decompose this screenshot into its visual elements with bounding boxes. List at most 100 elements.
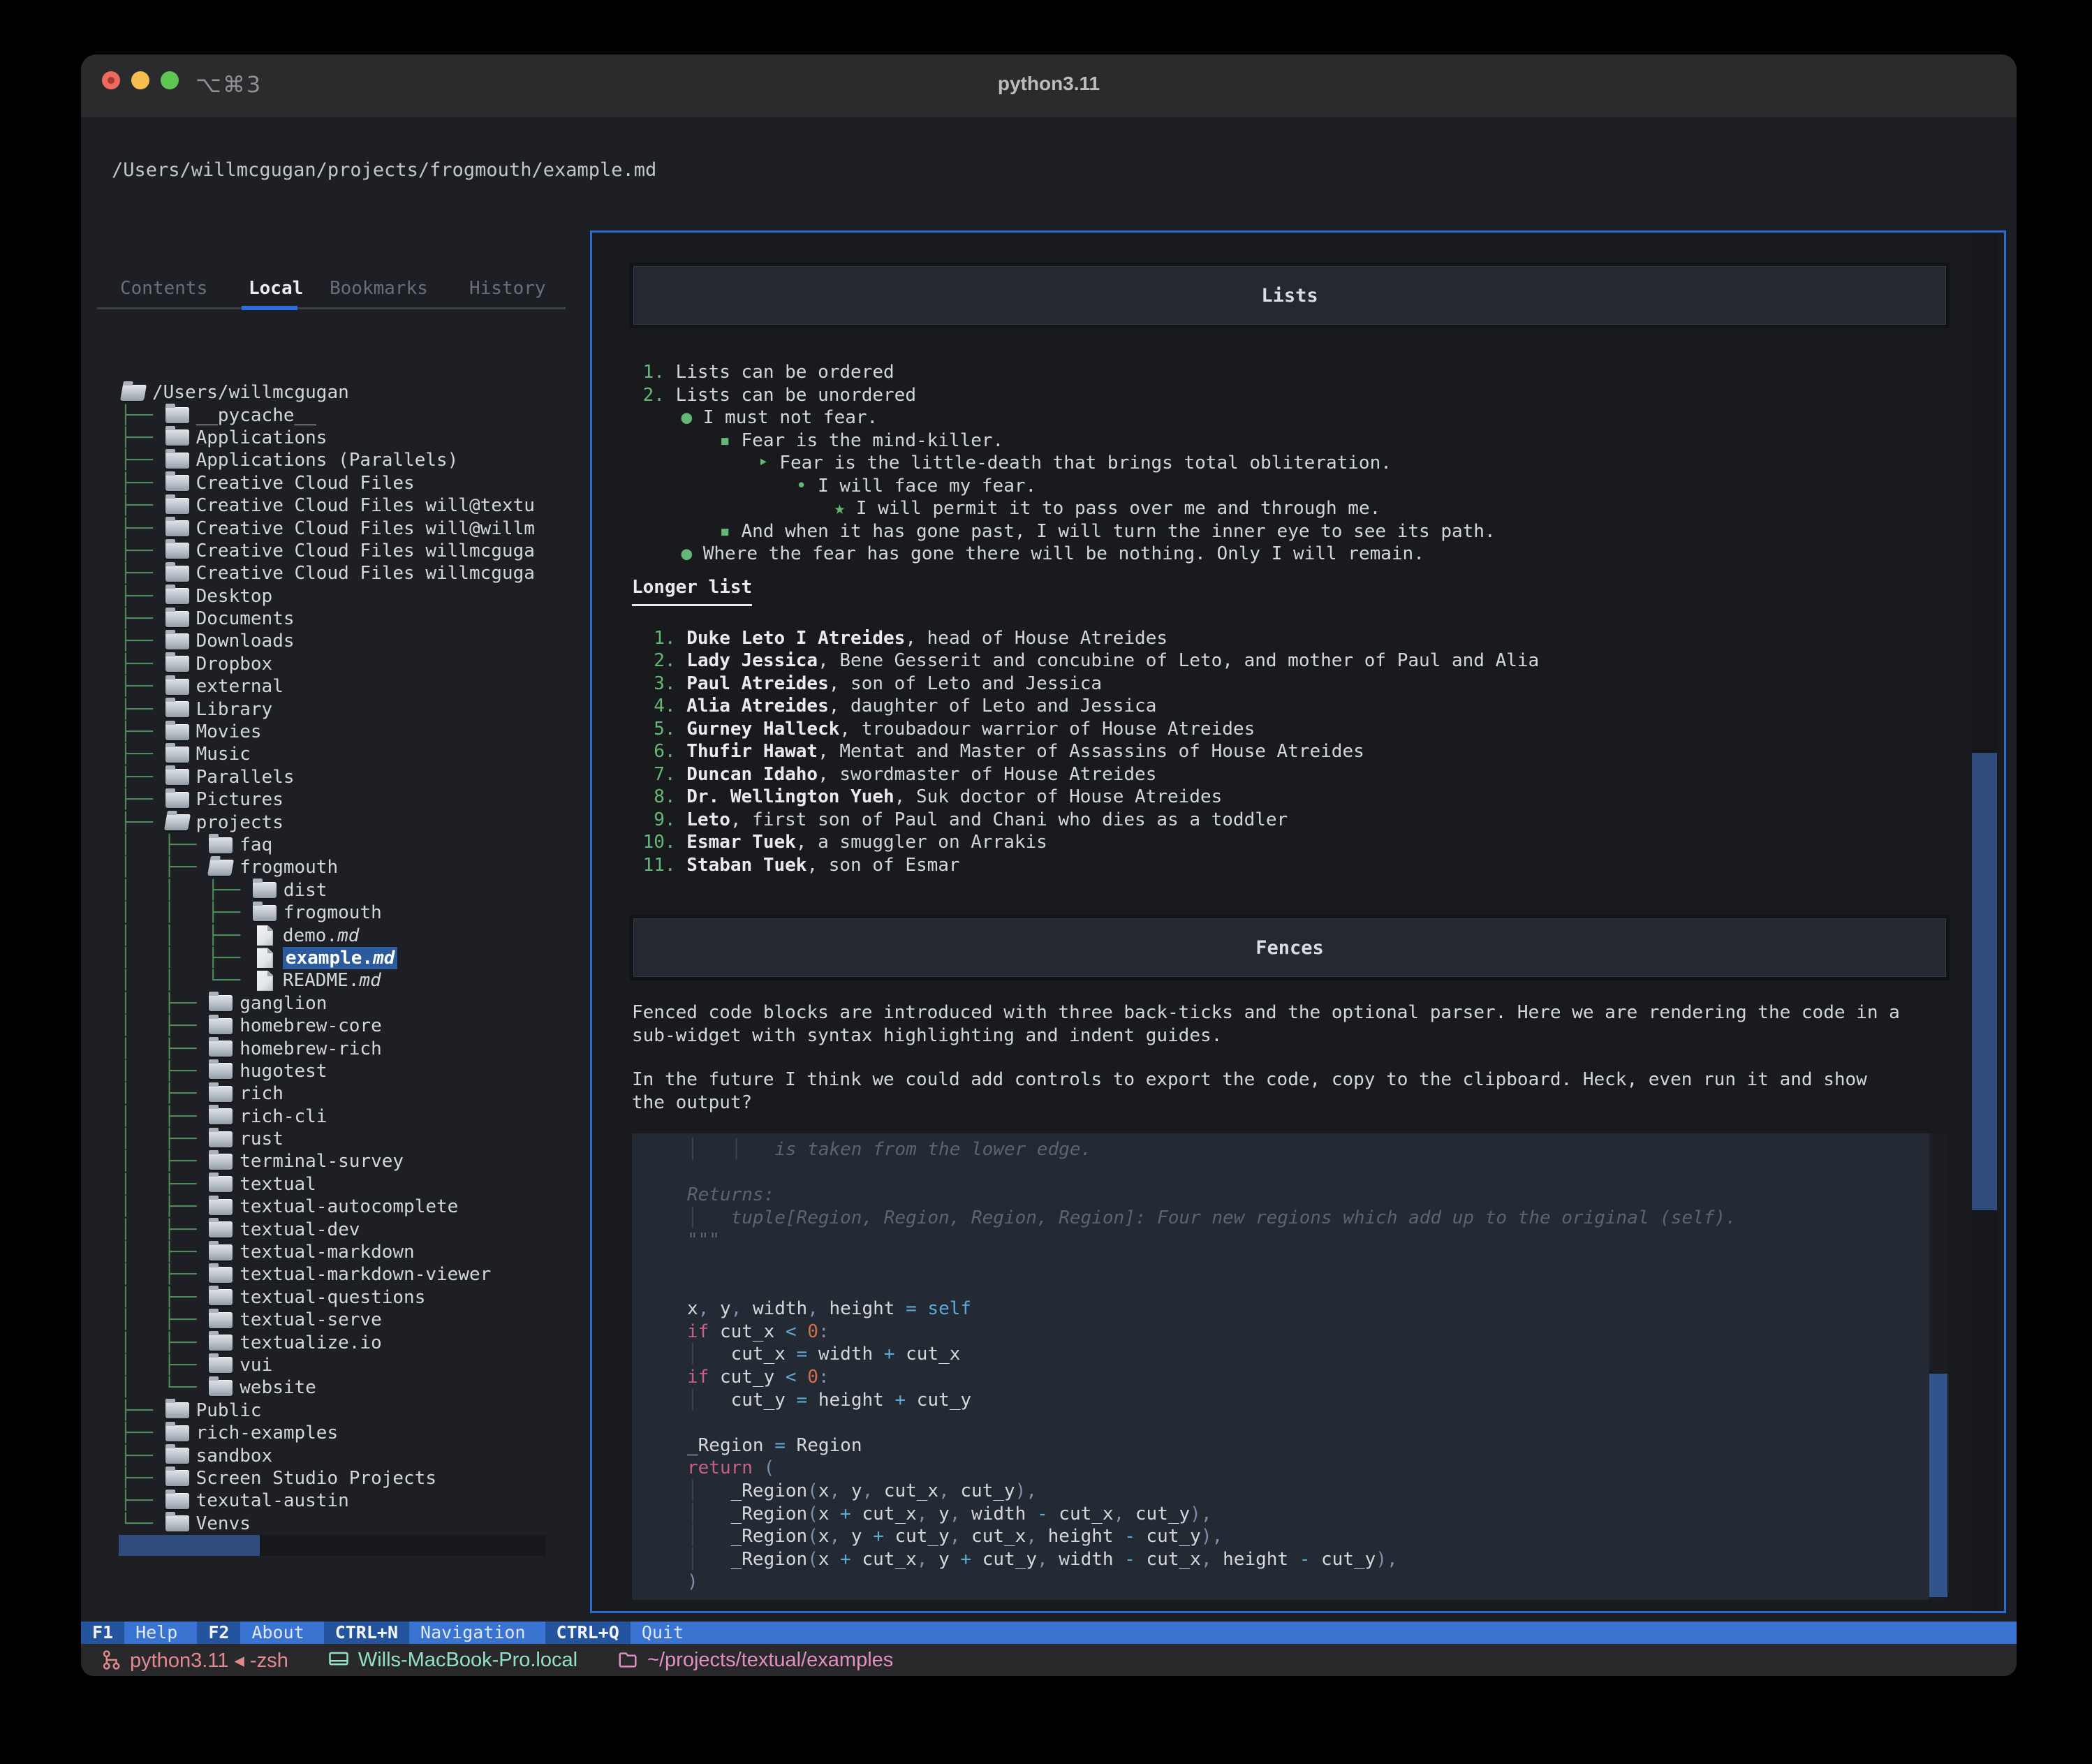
folder-icon [209, 1127, 233, 1147]
tree-item[interactable]: │ ├── homebrew-core [120, 1014, 535, 1037]
ordered-list: 1. Duke Leto I Atreides, head of House A… [632, 627, 1947, 877]
list-item: 4. Alia Atreides, daughter of Leto and J… [654, 696, 1157, 717]
tab-underline [97, 307, 566, 309]
tree-item[interactable]: ├── Parallels [120, 765, 535, 788]
code-line: ) [687, 1571, 698, 1593]
tree-item[interactable]: ├── Public [120, 1399, 535, 1422]
tree-item[interactable]: │ ├── textualize.io [120, 1331, 535, 1353]
tree-item[interactable]: ├── Creative Cloud Files [120, 471, 535, 494]
tree-item-label: texutal-austin [196, 1490, 349, 1512]
title-bar: ⌥⌘3 python3.11 [81, 54, 2017, 117]
footer-action-navigation[interactable]: Navigation [409, 1622, 545, 1644]
tree-item[interactable]: ├── texutal-austin [120, 1489, 535, 1512]
footer-key-ctrl-q[interactable]: CTRL+Q [545, 1622, 631, 1644]
tree-item-label: example.md [282, 946, 398, 969]
tree-item[interactable]: ├── external [120, 675, 535, 698]
tree-item[interactable]: ├── Music [120, 742, 535, 765]
tree-item[interactable]: │ └── website [120, 1376, 535, 1399]
footer-key-f2[interactable]: F2 [197, 1622, 241, 1644]
tree-item[interactable]: │ │ ├── frogmouth [120, 901, 535, 924]
footer-key-f1[interactable]: F1 [81, 1622, 125, 1644]
folder-icon [165, 561, 189, 582]
tree-item[interactable]: │ ├── rich [120, 1082, 535, 1105]
tree-item[interactable]: │ ├── textual-serve [120, 1308, 535, 1331]
footer-action-help[interactable]: Help [124, 1622, 197, 1644]
code-line: │ _Region(x, y + cut_y, cut_x, height - … [687, 1526, 1223, 1548]
tree-item[interactable]: ├── Library [120, 698, 535, 720]
tree-item[interactable]: ├── Creative Cloud Files will@willm [120, 517, 535, 539]
folder-icon [209, 1353, 233, 1374]
tree-item[interactable]: │ │ └── README.md [120, 969, 535, 992]
tree-item[interactable]: ├── Applications (Parallels) [120, 448, 535, 471]
tree-item[interactable]: ├── sandbox [120, 1444, 535, 1467]
file-icon [256, 970, 273, 991]
tree-item-label: dist [283, 879, 327, 901]
tab-local[interactable]: Local [249, 279, 303, 298]
document-scrollbar-thumb[interactable] [1972, 753, 1997, 1210]
document-scrollbar[interactable] [1972, 233, 1997, 1611]
list-item: ▪ And when it has gone past, I will turn… [719, 520, 1496, 542]
tree-item-label: textual-dev [240, 1219, 360, 1240]
footer-action-about[interactable]: About [240, 1622, 323, 1644]
tree-item[interactable]: │ ├── hugotest [120, 1059, 535, 1082]
folder-icon [209, 1218, 233, 1238]
tree-item[interactable]: ├── Creative Cloud Files willmcguga [120, 561, 535, 585]
tree-item[interactable]: ├── Desktop [120, 585, 535, 608]
footer-action-quit[interactable]: Quit [631, 1622, 703, 1644]
nested-list: 1. Lists can be ordered 2. Lists can be u… [632, 361, 1947, 566]
tree-item[interactable]: ├── projects [120, 811, 535, 833]
tree-item[interactable]: │ ├── frogmouth [120, 856, 535, 879]
tree-item[interactable]: │ ├── textual [120, 1173, 535, 1196]
tree-item[interactable]: ├── Applications [120, 426, 535, 449]
code-scrollbar[interactable] [1929, 1133, 1947, 1600]
tree-item[interactable]: │ ├── vui [120, 1353, 535, 1376]
folder-icon [165, 426, 189, 446]
tree-item[interactable]: ├── Documents [120, 607, 535, 630]
folder-icon [209, 833, 233, 853]
tree-item[interactable]: │ ├── terminal-survey [120, 1149, 535, 1173]
tab-bookmarks[interactable]: Bookmarks [330, 279, 428, 298]
tree-item[interactable]: ├── Creative Cloud Files will@textu [120, 494, 535, 517]
tree-item[interactable]: │ │ ├── demo.md [120, 924, 535, 946]
tree-item[interactable]: │ ├── textual-markdown [120, 1240, 535, 1263]
tree-item[interactable]: │ ├── textual-markdown-viewer [120, 1263, 535, 1286]
tree-item[interactable]: ├── Dropbox [120, 652, 535, 675]
tree-item[interactable]: │ │ ├── example.md [120, 946, 535, 969]
window-title: python3.11 [997, 73, 1100, 94]
tree-item[interactable]: │ ├── rich-cli [120, 1105, 535, 1128]
list-item: 11. Staban Tuek, son of Esmar [642, 854, 960, 876]
tree-item-label: rich [240, 1083, 283, 1105]
list-item: ★ I will permit it to pass over me and t… [834, 498, 1381, 520]
tree-item[interactable]: ├── Screen Studio Projects [120, 1467, 535, 1490]
code-line: if cut_x < 0: [687, 1321, 830, 1342]
tree-item[interactable]: ├── Downloads [120, 629, 535, 652]
tree-item[interactable]: │ ├── textual-dev [120, 1218, 535, 1240]
sidebar-scrollbar-thumb[interactable] [119, 1535, 260, 1556]
file-icon [256, 948, 273, 969]
list-item: ● I must not fear. [681, 407, 878, 429]
tree-item[interactable]: ├── Creative Cloud Files willmcguga [120, 539, 535, 562]
tree-item[interactable]: ├── Pictures [120, 788, 535, 811]
tree-item[interactable]: /Users/willmcgugan [119, 381, 535, 404]
tab-contents[interactable]: Contents [120, 279, 207, 298]
tree-item[interactable]: │ ├── faq [120, 833, 535, 856]
tab-history[interactable]: History [469, 279, 546, 298]
tree-item[interactable]: ├── Movies [120, 720, 535, 743]
tree-item[interactable]: │ ├── ganglion [120, 992, 535, 1015]
paragraph-1: Fenced code blocks are introduced with t… [632, 1002, 1900, 1046]
tree-item[interactable]: │ ├── textual-questions [120, 1286, 535, 1309]
folder-icon [209, 1149, 233, 1170]
tree-item[interactable]: │ ├── textual-autocomplete [120, 1195, 535, 1218]
tree-item-label: textual-autocomplete [240, 1196, 459, 1218]
sidebar-horizontal-scrollbar[interactable] [119, 1535, 546, 1556]
tree-item[interactable]: └── Venvs [120, 1512, 535, 1535]
tree-item[interactable]: │ ├── homebrew-rich [120, 1037, 535, 1059]
tree-item[interactable]: │ │ ├── dist [120, 879, 535, 902]
code-scrollbar-thumb[interactable] [1929, 1373, 1947, 1597]
footer-key-ctrl-n[interactable]: CTRL+N [323, 1622, 410, 1644]
tree-item[interactable]: ├── rich-examples [120, 1421, 535, 1444]
tree-item[interactable]: ├── __pycache__ [120, 404, 535, 426]
tree-item[interactable]: │ ├── rust [120, 1127, 535, 1150]
folder-icon [209, 1240, 233, 1260]
